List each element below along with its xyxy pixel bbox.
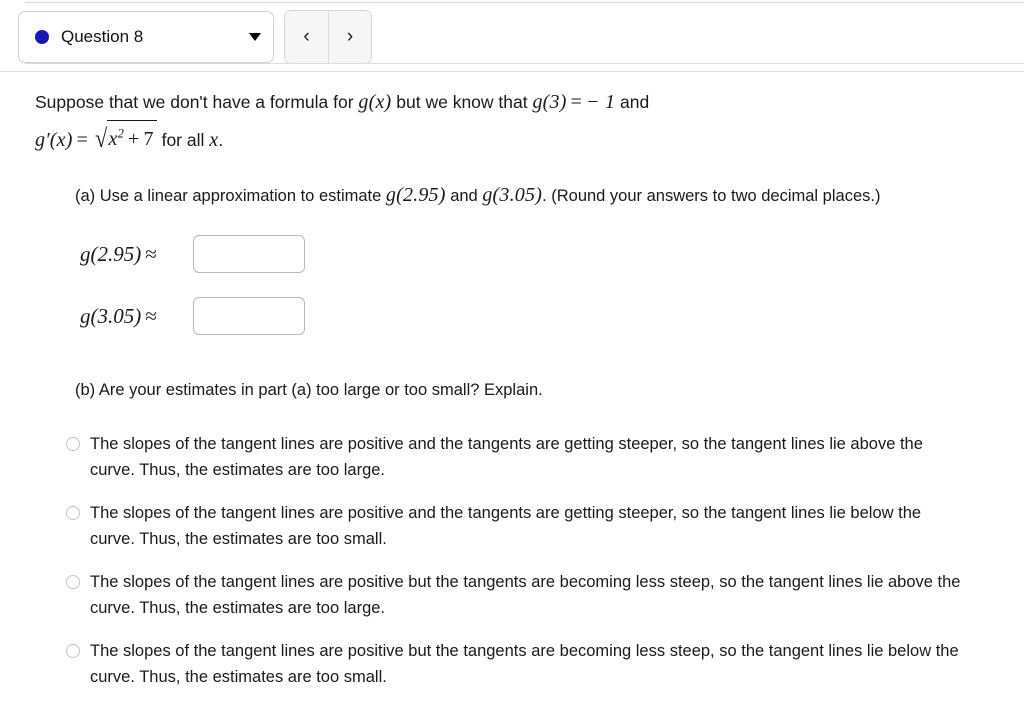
radio-button-option-1[interactable] [66,437,80,451]
math-equals-sign-1: = [570,91,583,113]
option-4[interactable]: The slopes of the tangent lines are posi… [66,638,966,690]
header-divider-lower [0,71,1024,72]
part-a-text-lead: (a) Use a linear approximation to estima… [75,187,386,205]
previous-question-button[interactable]: ‹ [285,11,328,63]
next-question-button[interactable]: › [328,11,371,63]
math-g-prime-of-x: g′(x) [35,129,73,151]
question-selector-dropdown[interactable]: Question 8 [18,11,274,63]
problem-intro-text-1: Suppose that we don't have a formula for [35,92,359,112]
math-variable-x: x [209,129,219,151]
radio-button-option-4[interactable] [66,644,80,658]
math-radicand: x2 +7 [106,120,157,157]
answer-input-g-3-05[interactable] [193,297,305,335]
math-g-of-x: g(x) [358,91,392,113]
answer-options-group: The slopes of the tangent lines are posi… [66,431,1024,690]
answer-label-g-3-05: g(3.05) ≈ [80,304,185,329]
math-radicand-base: x [108,128,118,150]
option-2-label: The slopes of the tangent lines are posi… [90,504,922,548]
problem-intro-text-2: but we know that [391,92,533,112]
problem-derivative-tail: for all [156,130,210,150]
approx-sign-1: ≈ [145,241,157,266]
math-square-root-expression: √x2 +7 [92,120,157,158]
math-g-of-2-95: g(2.95) [385,184,446,206]
math-g-of-3-05: g(3.05) [482,184,543,206]
radio-button-option-2[interactable] [66,506,80,520]
question-nav-group: ‹ › [284,10,372,64]
math-value-negative-one: − 1 [586,91,616,113]
problem-intro-text-3: and [615,92,650,112]
part-a-text-tail: . (Round your answers to two decimal pla… [542,187,881,205]
math-equals-sign-2: = [76,129,89,151]
answer-row-g-3-05: g(3.05) ≈ [80,297,1024,335]
top-divider [25,2,1024,3]
option-3-label: The slopes of the tangent lines are posi… [90,573,961,617]
part-b-prompt: (b) Are your estimates in part (a) too l… [75,381,543,399]
answer-input-g-2-95[interactable] [193,235,305,273]
math-plus-sign: + [128,128,140,150]
answer-row-g-2-95: g(2.95) ≈ [80,235,1024,273]
answer-label-g-2-95: g(2.95) ≈ [80,242,185,267]
option-4-label: The slopes of the tangent lines are posi… [90,642,959,686]
math-radicand-constant: 7 [143,128,154,150]
header-divider-upper [25,63,1024,64]
approx-sign-2: ≈ [145,303,157,328]
chevron-down-icon [249,33,261,41]
option-2[interactable]: The slopes of the tangent lines are posi… [66,500,966,552]
question-selector-label: Question 8 [61,27,144,46]
math-g-of-3: g(3) [532,91,567,113]
option-3[interactable]: The slopes of the tangent lines are posi… [66,569,966,621]
problem-statement: Suppose that we don't have a formula for… [35,85,915,158]
question-body: Suppose that we don't have a formula for… [0,85,1024,707]
option-1[interactable]: The slopes of the tangent lines are posi… [66,431,966,483]
option-1-label: The slopes of the tangent lines are posi… [90,435,923,479]
question-header: Question 8 ‹ › [18,10,372,64]
answer-label-text-2: g(3.05) [80,303,142,328]
radio-button-option-3[interactable] [66,575,80,589]
answer-label-text-1: g(2.95) [80,241,142,266]
problem-derivative-period: . [218,130,224,150]
part-a-prompt: (a) Use a linear approximation to estima… [75,180,930,211]
part-a-text-and: and [445,187,483,205]
question-status-dot [35,30,49,44]
